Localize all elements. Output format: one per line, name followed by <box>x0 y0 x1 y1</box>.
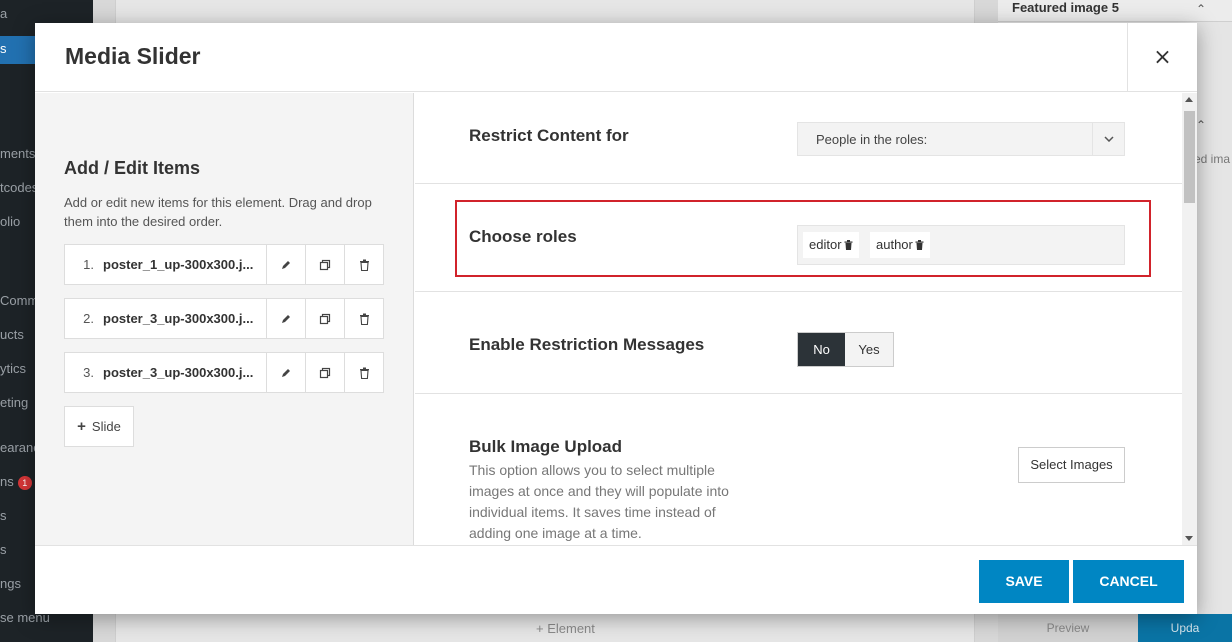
items-description: Add or edit new items for this element. … <box>64 195 372 229</box>
edit-item-button[interactable] <box>266 353 305 392</box>
modal-title: Media Slider <box>65 43 201 69</box>
sidebar-item-8: eting <box>0 395 29 410</box>
list-item[interactable]: 2. poster_3_up-300x300.j... <box>64 298 384 339</box>
scroll-thumb[interactable] <box>1184 111 1195 203</box>
pencil-icon <box>282 260 290 269</box>
sidebar-item-6: ucts <box>0 327 24 342</box>
item-name: poster_1_up-300x300.j... <box>103 257 254 272</box>
restrict-content-label: Restrict Content for <box>469 126 629 145</box>
update-button: Upda <box>1138 614 1232 642</box>
modal-footer: SAVE CANCEL <box>35 545 1197 614</box>
plus-icon: + <box>77 418 86 435</box>
modal-header: Media Slider × <box>35 23 1197 92</box>
sidebar-item-1: s <box>0 41 7 56</box>
sidebar-item-7: ytics <box>0 361 26 376</box>
restriction-messages-label: Enable Restriction Messages <box>469 335 705 354</box>
preview-button: Preview <box>1046 621 1090 635</box>
trash-icon <box>359 313 369 325</box>
item-number: 3. <box>83 365 94 380</box>
items-heading: Add / Edit Items <box>64 158 201 178</box>
trash-icon <box>359 259 369 271</box>
item-number: 2. <box>83 311 94 326</box>
bulk-upload-description: This option allows you to select multipl… <box>469 462 729 541</box>
role-tag-label: editor <box>809 237 842 252</box>
featured-image-title: Featured image 5 <box>1012 0 1119 15</box>
featured-image-panel: Featured image 5 ⌃ <box>998 0 1232 22</box>
sidebar-item-0: a <box>0 6 8 21</box>
role-tag-author[interactable]: author <box>870 232 930 258</box>
clone-item-button[interactable] <box>305 299 344 338</box>
add-element-link: + Element <box>536 621 595 636</box>
sidebar-item-5: Comm <box>0 293 39 308</box>
bulk-upload-label: Bulk Image Upload <box>469 437 623 456</box>
restriction-messages-toggle[interactable]: No Yes <box>797 332 894 367</box>
delete-item-button[interactable] <box>344 299 383 338</box>
items-panel: Add / Edit Items Add or edit new items f… <box>35 93 414 545</box>
clone-item-button[interactable] <box>305 353 344 392</box>
options-panel: Restrict Content for People in the roles… <box>415 93 1182 545</box>
save-button[interactable]: SAVE <box>979 560 1069 603</box>
edit-item-button[interactable] <box>266 299 305 338</box>
toggle-yes[interactable]: Yes <box>845 333 893 366</box>
options-scrollbar[interactable] <box>1182 93 1197 545</box>
close-icon: × <box>1153 45 1172 70</box>
sidebar-item-12: s <box>0 542 7 557</box>
clone-icon <box>319 367 331 378</box>
sidebar-item-11: s <box>0 508 7 523</box>
scroll-up-icon[interactable] <box>1185 97 1193 102</box>
sidebar-item-3: tcodes <box>0 180 39 195</box>
restrict-content-option: Restrict Content for People in the roles… <box>415 93 1182 184</box>
item-number: 1. <box>83 257 94 272</box>
trash-icon <box>359 367 369 379</box>
delete-item-button[interactable] <box>344 353 383 392</box>
add-slide-button[interactable]: + Slide <box>64 406 134 447</box>
sidebar-item-2: ments <box>0 146 36 161</box>
roles-tag-input[interactable]: editor author <box>797 225 1125 265</box>
select-images-button[interactable]: Select Images <box>1018 447 1125 483</box>
add-slide-label: Slide <box>91 419 121 434</box>
clone-item-button[interactable] <box>305 245 344 284</box>
publish-bar: Preview Upda <box>998 614 1232 642</box>
item-name: poster_3_up-300x300.j... <box>103 311 254 326</box>
close-button[interactable]: × <box>1127 23 1197 92</box>
delete-item-button[interactable] <box>344 245 383 284</box>
scroll-down-icon[interactable] <box>1185 536 1193 541</box>
clone-icon <box>319 313 331 324</box>
sidebar-item-13: ngs <box>0 576 21 591</box>
toggle-no[interactable]: No <box>798 333 845 366</box>
sidebar-item-10-label: ns <box>0 474 14 489</box>
chevron-up-icon: ⌃ <box>1196 2 1207 16</box>
trash-icon[interactable] <box>915 240 924 250</box>
restrict-content-select[interactable]: People in the roles: <box>797 122 1125 156</box>
media-slider-modal: Media Slider × Add / Edit Items Add or e… <box>35 23 1197 614</box>
role-tag-editor[interactable]: editor <box>803 232 859 258</box>
trash-icon[interactable] <box>844 240 853 250</box>
edit-item-button[interactable] <box>266 245 305 284</box>
clone-icon <box>319 259 331 270</box>
pencil-icon <box>282 368 290 377</box>
list-item[interactable]: 1. poster_1_up-300x300.j... <box>64 244 384 285</box>
pencil-icon <box>282 314 290 323</box>
sidebar-item-9: earanc <box>0 440 40 455</box>
chevron-down-icon <box>1092 123 1124 155</box>
restrict-content-value: People in the roles: <box>816 132 928 147</box>
item-name: poster_3_up-300x300.j... <box>103 365 254 380</box>
update-count-badge: 1 <box>17 476 32 490</box>
right-panel-text: ed ima <box>1194 152 1231 166</box>
cancel-button[interactable]: CANCEL <box>1073 560 1184 603</box>
role-tag-label: author <box>876 237 913 252</box>
chevron-up-icon: ⌃ <box>1196 118 1207 132</box>
sidebar-item-10: ns 1 <box>0 474 32 490</box>
sidebar-item-4: olio <box>0 214 21 229</box>
list-item[interactable]: 3. poster_3_up-300x300.j... <box>64 352 384 393</box>
